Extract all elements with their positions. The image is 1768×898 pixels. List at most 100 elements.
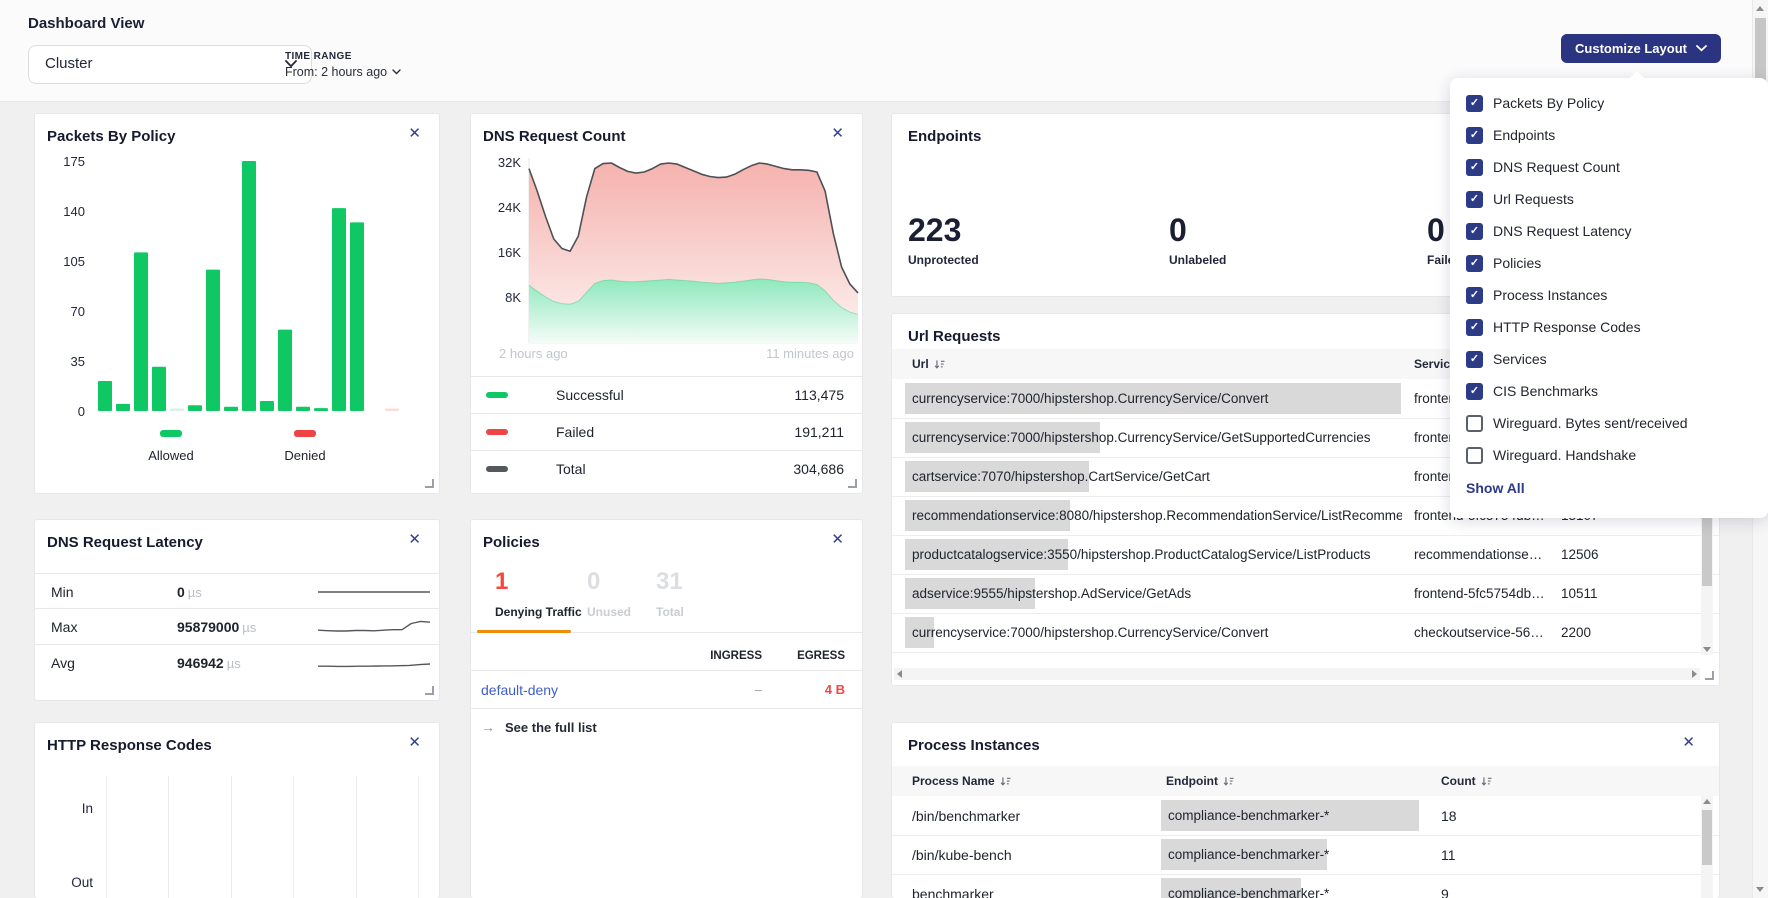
menu-item-process-instances[interactable]: ✓Process Instances (1466, 283, 1607, 307)
show-all-link[interactable]: Show All (1466, 480, 1525, 496)
card-process-instances: Process Instances ✕ Process Name Endpoin… (891, 722, 1720, 898)
resize-handle-icon[interactable] (425, 686, 434, 695)
scroll-up-icon[interactable] (1756, 6, 1764, 11)
svg-text:70: 70 (71, 304, 85, 319)
tab-label: Denying Traffic (495, 605, 582, 619)
policy-egress-value: 4 B (765, 682, 845, 697)
url-cell: adservice:9555/hipstershop.AdService/Get… (912, 574, 1402, 613)
close-icon[interactable]: ✕ (831, 126, 844, 141)
menu-item-packets-by-policy[interactable]: ✓Packets By Policy (1466, 91, 1604, 115)
close-icon[interactable]: ✕ (1682, 735, 1695, 750)
view-select[interactable]: Cluster (28, 45, 312, 84)
close-icon[interactable]: ✕ (408, 126, 421, 141)
column-header-process-name[interactable]: Process Name (912, 766, 1011, 796)
policies-tab-total[interactable]: 31Total (656, 570, 684, 619)
checkbox-checked-icon[interactable]: ✓ (1466, 383, 1483, 400)
svg-text:0: 0 (78, 404, 85, 419)
legend-value: 191,211 (794, 424, 844, 440)
menu-item-services[interactable]: ✓Services (1466, 347, 1547, 371)
column-header-count[interactable]: Count (1441, 766, 1492, 796)
scroll-down-icon[interactable] (1703, 647, 1711, 652)
row-label-out: Out (55, 875, 93, 890)
menu-item-label: CIS Benchmarks (1493, 383, 1598, 399)
scroll-up-icon[interactable] (1703, 799, 1711, 804)
sort-icon[interactable] (1481, 776, 1492, 787)
resize-handle-icon[interactable] (848, 479, 857, 488)
bar-allowed (296, 407, 310, 411)
card-title: Process Instances (908, 737, 1040, 754)
menu-item-endpoints[interactable]: ✓Endpoints (1466, 123, 1555, 147)
sort-icon[interactable] (1223, 776, 1234, 787)
bar-allowed (116, 404, 130, 411)
resize-handle-icon[interactable] (425, 479, 434, 488)
close-icon[interactable]: ✕ (408, 735, 421, 750)
vertical-scrollbar[interactable] (1701, 796, 1713, 898)
table-row[interactable]: /bin/kube-benchcompliance-benchmarker-*1… (892, 835, 1719, 875)
scroll-down-icon[interactable] (1756, 887, 1764, 892)
checkbox-checked-icon[interactable]: ✓ (1466, 287, 1483, 304)
count-cell: 12506 (1561, 535, 1631, 574)
checkbox-checked-icon[interactable]: ✓ (1466, 127, 1483, 144)
scroll-left-icon[interactable] (897, 670, 902, 678)
sort-icon[interactable] (934, 359, 945, 370)
card-title: Policies (483, 534, 540, 551)
see-full-list-link[interactable]: → See the full list (481, 719, 597, 735)
svg-text:35: 35 (71, 354, 85, 369)
sparkline-chart (318, 652, 430, 674)
menu-item-policies[interactable]: ✓Policies (1466, 251, 1541, 275)
checkbox-unchecked-icon[interactable] (1466, 415, 1483, 432)
bar-allowed (98, 381, 112, 411)
card-policies: Policies ✕ 1Denying Traffic0Unused 31Tota… (470, 519, 863, 898)
latency-row-avg: Avg946942µs (35, 644, 439, 681)
checkbox-unchecked-icon[interactable] (1466, 447, 1483, 464)
menu-item-dns-request-latency[interactable]: ✓DNS Request Latency (1466, 219, 1632, 243)
legend-value: 113,475 (794, 387, 844, 403)
column-header-ingress[interactable]: INGRESS (682, 650, 762, 662)
table-row[interactable]: adservice:9555/hipstershop.AdService/Get… (892, 574, 1719, 614)
checkbox-checked-icon[interactable]: ✓ (1466, 95, 1483, 112)
menu-item-http-response-codes[interactable]: ✓HTTP Response Codes (1466, 315, 1641, 339)
column-header-endpoint[interactable]: Endpoint (1166, 766, 1234, 796)
checkbox-checked-icon[interactable]: ✓ (1466, 319, 1483, 336)
bar-denied (385, 409, 399, 412)
customize-layout-button[interactable]: Customize Layout (1561, 34, 1721, 63)
checkbox-checked-icon[interactable]: ✓ (1466, 223, 1483, 240)
menu-item-cis-benchmarks[interactable]: ✓ CIS Benchmarks (1466, 379, 1598, 403)
table-row[interactable]: /bin/benchmarkercompliance-benchmarker-*… (892, 796, 1719, 836)
time-range: TIME RANGE From: 2 hours ago (285, 51, 401, 79)
scrollbar-thumb[interactable] (1702, 810, 1712, 865)
close-icon[interactable]: ✕ (831, 532, 844, 547)
url-cell: cartservice:7070/hipstershop.CartService… (912, 457, 1402, 496)
menu-item-url-requests[interactable]: ✓Url Requests (1466, 187, 1574, 211)
denied-swatch-icon (294, 430, 316, 437)
policy-link[interactable]: default-deny (481, 682, 558, 698)
table-row[interactable]: benchmarkercompliance-benchmarker-*9 (892, 874, 1719, 898)
table-row[interactable]: productcatalogservice:3550/hipstershop.P… (892, 535, 1719, 575)
policies-tab-denying-traffic[interactable]: 1Denying Traffic (495, 570, 582, 619)
resize-handle-icon[interactable] (1705, 671, 1714, 680)
x-axis-label-end: 11 minutes ago (766, 346, 854, 361)
column-header-egress[interactable]: EGRESS (765, 650, 845, 662)
time-range-selector[interactable]: From: 2 hours ago (285, 65, 401, 79)
table-row[interactable]: currencyservice:7000/hipstershop.Currenc… (892, 613, 1719, 653)
column-header-url[interactable]: Url (912, 349, 945, 379)
sort-icon[interactable] (1000, 776, 1011, 787)
checkbox-checked-icon[interactable]: ✓ (1466, 159, 1483, 176)
menu-item-dns-request-count[interactable]: ✓DNS Request Count (1466, 155, 1620, 179)
horizontal-scrollbar[interactable] (894, 668, 1700, 680)
policies-tab-unused[interactable]: 0Unused (587, 570, 631, 619)
checkbox-checked-icon[interactable]: ✓ (1466, 351, 1483, 368)
checkbox-checked-icon[interactable]: ✓ (1466, 255, 1483, 272)
checkbox-checked-icon[interactable]: ✓ (1466, 191, 1483, 208)
legend-label: Successful (556, 387, 624, 403)
bar-allowed (278, 330, 292, 411)
stat-label: Unlabeled (1169, 253, 1226, 267)
menu-item-wireguard-handshake[interactable]: Wireguard. Handshake (1466, 443, 1636, 467)
menu-item-wireguard-bytes-sent-received[interactable]: Wireguard. Bytes sent/received (1466, 411, 1688, 435)
count-cell: 11 (1441, 835, 1521, 874)
policy-ingress-value: – (682, 682, 762, 697)
scroll-right-icon[interactable] (1692, 670, 1697, 678)
endpoint-cell: compliance-benchmarker-* (1168, 874, 1428, 898)
process-name-cell: /bin/kube-bench (912, 835, 1152, 874)
close-icon[interactable]: ✕ (408, 532, 421, 547)
